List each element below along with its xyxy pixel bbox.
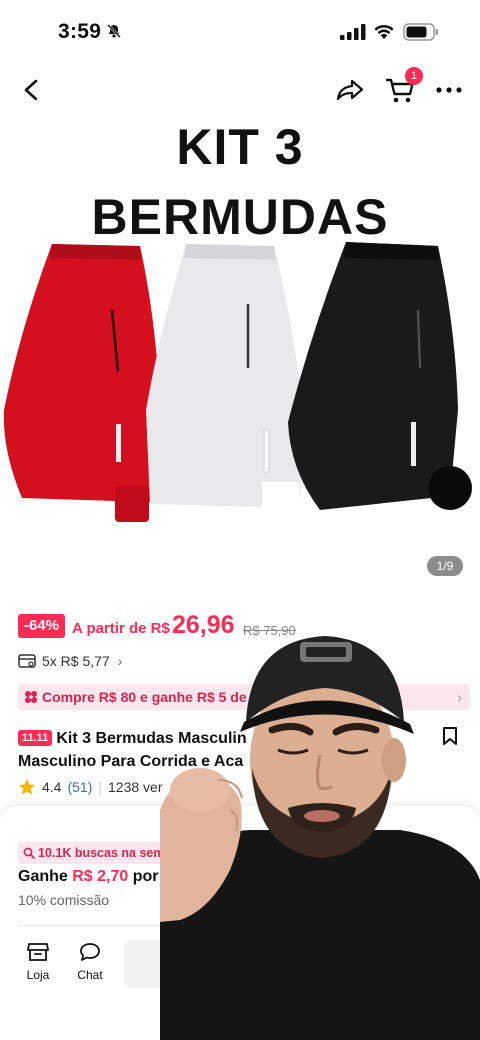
sold-count: 1238 ver bbox=[108, 779, 163, 795]
bell-slash-icon bbox=[107, 24, 121, 38]
signal-icon bbox=[340, 24, 366, 40]
wifi-icon bbox=[374, 24, 394, 39]
back-icon[interactable] bbox=[20, 78, 44, 102]
earn-suffix: por bbox=[132, 868, 159, 885]
discount-badge: -64% bbox=[18, 614, 66, 638]
share-icon[interactable] bbox=[336, 78, 364, 102]
chevron-right-icon: › bbox=[117, 653, 123, 669]
cart-count-badge: 1 bbox=[405, 67, 423, 85]
chat-button[interactable]: Chat bbox=[72, 942, 108, 982]
chat-icon bbox=[80, 943, 100, 961]
hero-title-line1: KIT 3 bbox=[176, 119, 304, 175]
searches-text: 10.1K buscas na sem bbox=[38, 846, 165, 860]
review-count[interactable]: (51) bbox=[67, 779, 92, 795]
white-shorts bbox=[146, 244, 304, 512]
installments-text: 5x R$ 5,77 bbox=[42, 653, 110, 669]
star-icon bbox=[19, 779, 35, 795]
rating-row[interactable]: 4.4 (51) | 1238 ver bbox=[18, 778, 163, 796]
store-button[interactable]: Loja bbox=[20, 942, 56, 982]
search-icon bbox=[23, 847, 35, 859]
installments-row[interactable]: 5x R$ 5,77 › bbox=[18, 653, 122, 669]
divider: | bbox=[98, 779, 103, 795]
commission-rate: 10% comissão bbox=[18, 892, 110, 908]
promo-flower-icon bbox=[25, 691, 37, 703]
store-label: Loja bbox=[26, 968, 50, 982]
product-image[interactable] bbox=[0, 110, 480, 590]
status-bar: 3:59 bbox=[0, 0, 480, 60]
more-icon[interactable] bbox=[436, 87, 462, 93]
hero-title-line2: BERMUDAS bbox=[91, 189, 389, 245]
earn-line: Ganhe R$ 2,70 por bbox=[18, 868, 159, 886]
installment-card-icon bbox=[18, 654, 36, 668]
black-shorts bbox=[288, 242, 472, 510]
image-counter: 1/9 bbox=[427, 556, 463, 576]
rating-value: 4.4 bbox=[42, 779, 62, 795]
searches-badge: 10.1K buscas na sem bbox=[18, 842, 173, 864]
sale-1111-badge: 11.11 bbox=[18, 730, 53, 746]
creator-video-overlay bbox=[160, 636, 480, 1040]
status-time: 3:59 bbox=[58, 20, 102, 43]
chat-label: Chat bbox=[77, 968, 103, 982]
price-from-label: A partir de R$ bbox=[72, 620, 170, 637]
store-icon bbox=[27, 943, 49, 961]
red-shorts bbox=[3, 244, 159, 522]
battery-icon bbox=[403, 23, 438, 41]
earn-prefix: Ganhe bbox=[18, 868, 68, 885]
earn-amount: R$ 2,70 bbox=[72, 868, 129, 885]
